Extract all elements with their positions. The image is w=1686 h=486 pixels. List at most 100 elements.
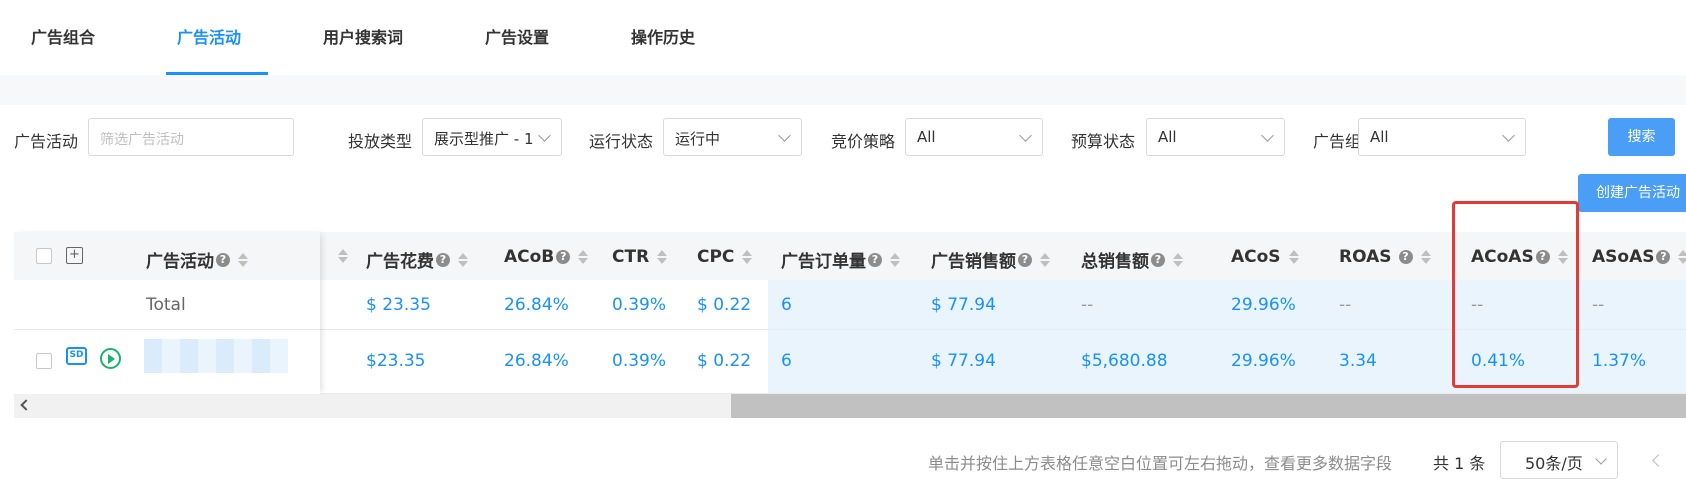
col-header-total-sales[interactable]: 总销售额? (1081, 247, 1183, 272)
total-ad-sales: $ 77.94 (931, 295, 996, 315)
page-size-select[interactable]: 50条/页 (1500, 441, 1618, 479)
prev-page-icon[interactable] (1652, 454, 1665, 467)
sort-icon[interactable] (657, 250, 668, 264)
total-roas: -- (1339, 295, 1352, 315)
help-icon[interactable]: ? (1535, 250, 1550, 264)
sort-icon[interactable] (1173, 252, 1183, 267)
help-icon[interactable]: ? (436, 252, 450, 267)
col-header-orders[interactable]: 广告订单量? (781, 247, 900, 272)
expand-all-icon[interactable]: + (66, 247, 83, 264)
sort-icon[interactable] (1420, 250, 1431, 264)
horizontal-scrollbar[interactable] (14, 394, 1686, 418)
total-acoas: -- (1471, 295, 1484, 315)
total-orders: 6 (781, 295, 792, 315)
filter-label-budget-status: 预算状态 (1071, 132, 1136, 151)
help-icon[interactable]: ? (1151, 252, 1165, 267)
total-asoas: -- (1592, 295, 1605, 315)
help-icon[interactable]: ? (868, 252, 882, 267)
tab-campaigns[interactable]: 广告活动 (177, 24, 241, 48)
row-total-sales: $5,680.88 (1081, 351, 1168, 371)
sort-icon[interactable] (1040, 252, 1050, 267)
row-ad-sales: $ 77.94 (931, 351, 996, 371)
tab-search-terms[interactable]: 用户搜索词 (323, 24, 403, 48)
col-header-acoas[interactable]: ACoAS? (1471, 247, 1568, 267)
row-cpc: $ 0.22 (697, 351, 752, 371)
col-header-acos[interactable]: ACoS (1231, 247, 1299, 267)
budget-status-select[interactable]: All (1146, 118, 1285, 156)
total-acos: 29.96% (1231, 295, 1296, 315)
row-asoas: 1.37% (1592, 351, 1647, 371)
row-roas: 3.34 (1339, 351, 1377, 371)
sort-icon[interactable] (1288, 250, 1299, 264)
run-status-value: 运行中 (675, 130, 721, 148)
budget-status-value: All (1158, 128, 1177, 146)
campaign-name-redacted[interactable] (144, 339, 288, 373)
sort-icon[interactable] (890, 252, 900, 267)
col-header-roas[interactable]: ROAS? (1339, 247, 1431, 267)
help-icon[interactable]: ? (1398, 250, 1413, 264)
sd-ad-type-icon: SD (66, 347, 87, 365)
col-header-acob[interactable]: ACoB? (504, 247, 589, 267)
sort-icon[interactable] (1678, 250, 1686, 264)
search-button[interactable]: 搜索 (1608, 118, 1675, 156)
total-cpc: $ 0.22 (697, 295, 752, 315)
play-status-icon[interactable] (100, 348, 121, 369)
row-ctr: 0.39% (612, 351, 667, 371)
drag-hint-text: 单击并按住上方表格任意空白位置可左右拖动，查看更多数据字段 (928, 454, 1393, 473)
portfolio-select[interactable]: All (1358, 118, 1526, 156)
page-size-value: 50条/页 (1525, 454, 1583, 473)
col-header-campaign[interactable]: 广告活动? (146, 247, 248, 272)
select-all-checkbox[interactable] (36, 248, 52, 264)
col-header-spend[interactable]: 广告花费? (366, 247, 468, 272)
bid-strategy-value: All (917, 128, 936, 146)
help-icon[interactable]: ? (1656, 250, 1671, 264)
tab-portfolio[interactable]: 广告组合 (31, 24, 95, 48)
chevron-down-icon (1019, 129, 1032, 142)
total-count: 共 1 条 (1433, 454, 1486, 473)
total-total-sales: -- (1081, 295, 1094, 315)
help-icon[interactable]: ? (1018, 252, 1032, 267)
row-spend: $23.35 (366, 351, 426, 371)
sort-icon[interactable] (578, 250, 589, 264)
bid-strategy-select[interactable]: All (905, 118, 1043, 156)
filter-label-campaign: 广告活动 (14, 132, 79, 151)
delivery-type-select[interactable]: 展示型推广 - 1 (422, 118, 562, 156)
total-ctr: 0.39% (612, 295, 667, 315)
chevron-down-icon (778, 129, 791, 142)
col-header-cpc[interactable]: CPC (697, 247, 753, 267)
row-acos: 29.96% (1231, 351, 1296, 371)
row-acoas: 0.41% (1471, 351, 1526, 371)
delivery-type-value: 展示型推广 - 1 (434, 130, 534, 148)
tab-bar: 广告组合 广告活动 用户搜索词 广告设置 操作历史 (0, 0, 1686, 75)
chevron-down-icon (1595, 453, 1607, 465)
col-header-ctr[interactable]: CTR (612, 247, 668, 267)
filter-label-delivery-type: 投放类型 (348, 132, 413, 151)
row-checkbox[interactable] (36, 353, 52, 369)
col-header-asoas[interactable]: ASoAS? (1592, 247, 1686, 267)
portfolio-value: All (1370, 128, 1389, 146)
sort-icon[interactable] (238, 252, 248, 267)
sort-icon[interactable] (742, 250, 753, 264)
create-campaign-button[interactable]: 创建广告活动 (1578, 174, 1686, 212)
row-divider (14, 329, 320, 330)
help-icon[interactable]: ? (216, 252, 230, 267)
help-icon[interactable]: ? (556, 250, 571, 264)
filter-label-run-status: 运行状态 (589, 132, 654, 151)
total-spend: $ 23.35 (366, 295, 431, 315)
scroll-left-icon[interactable] (20, 399, 32, 411)
run-status-select[interactable]: 运行中 (663, 118, 802, 156)
filter-label-bid-strategy: 竞价策略 (831, 132, 896, 151)
campaign-filter-input[interactable]: 筛选广告活动 (88, 118, 294, 156)
row-acob: 26.84% (504, 351, 569, 371)
tab-ad-settings[interactable]: 广告设置 (485, 24, 549, 48)
tab-history[interactable]: 操作历史 (631, 24, 695, 48)
scrollbar-thumb[interactable] (731, 394, 1686, 418)
chevron-down-icon (1502, 129, 1515, 142)
sort-icon[interactable] (458, 252, 468, 267)
chevron-down-icon (1261, 129, 1274, 142)
col-header-ad-sales[interactable]: 广告销售额? (931, 247, 1050, 272)
total-acob: 26.84% (504, 295, 569, 315)
sort-icon[interactable] (338, 249, 348, 263)
total-label: Total (146, 295, 186, 315)
sort-icon[interactable] (1557, 250, 1568, 264)
